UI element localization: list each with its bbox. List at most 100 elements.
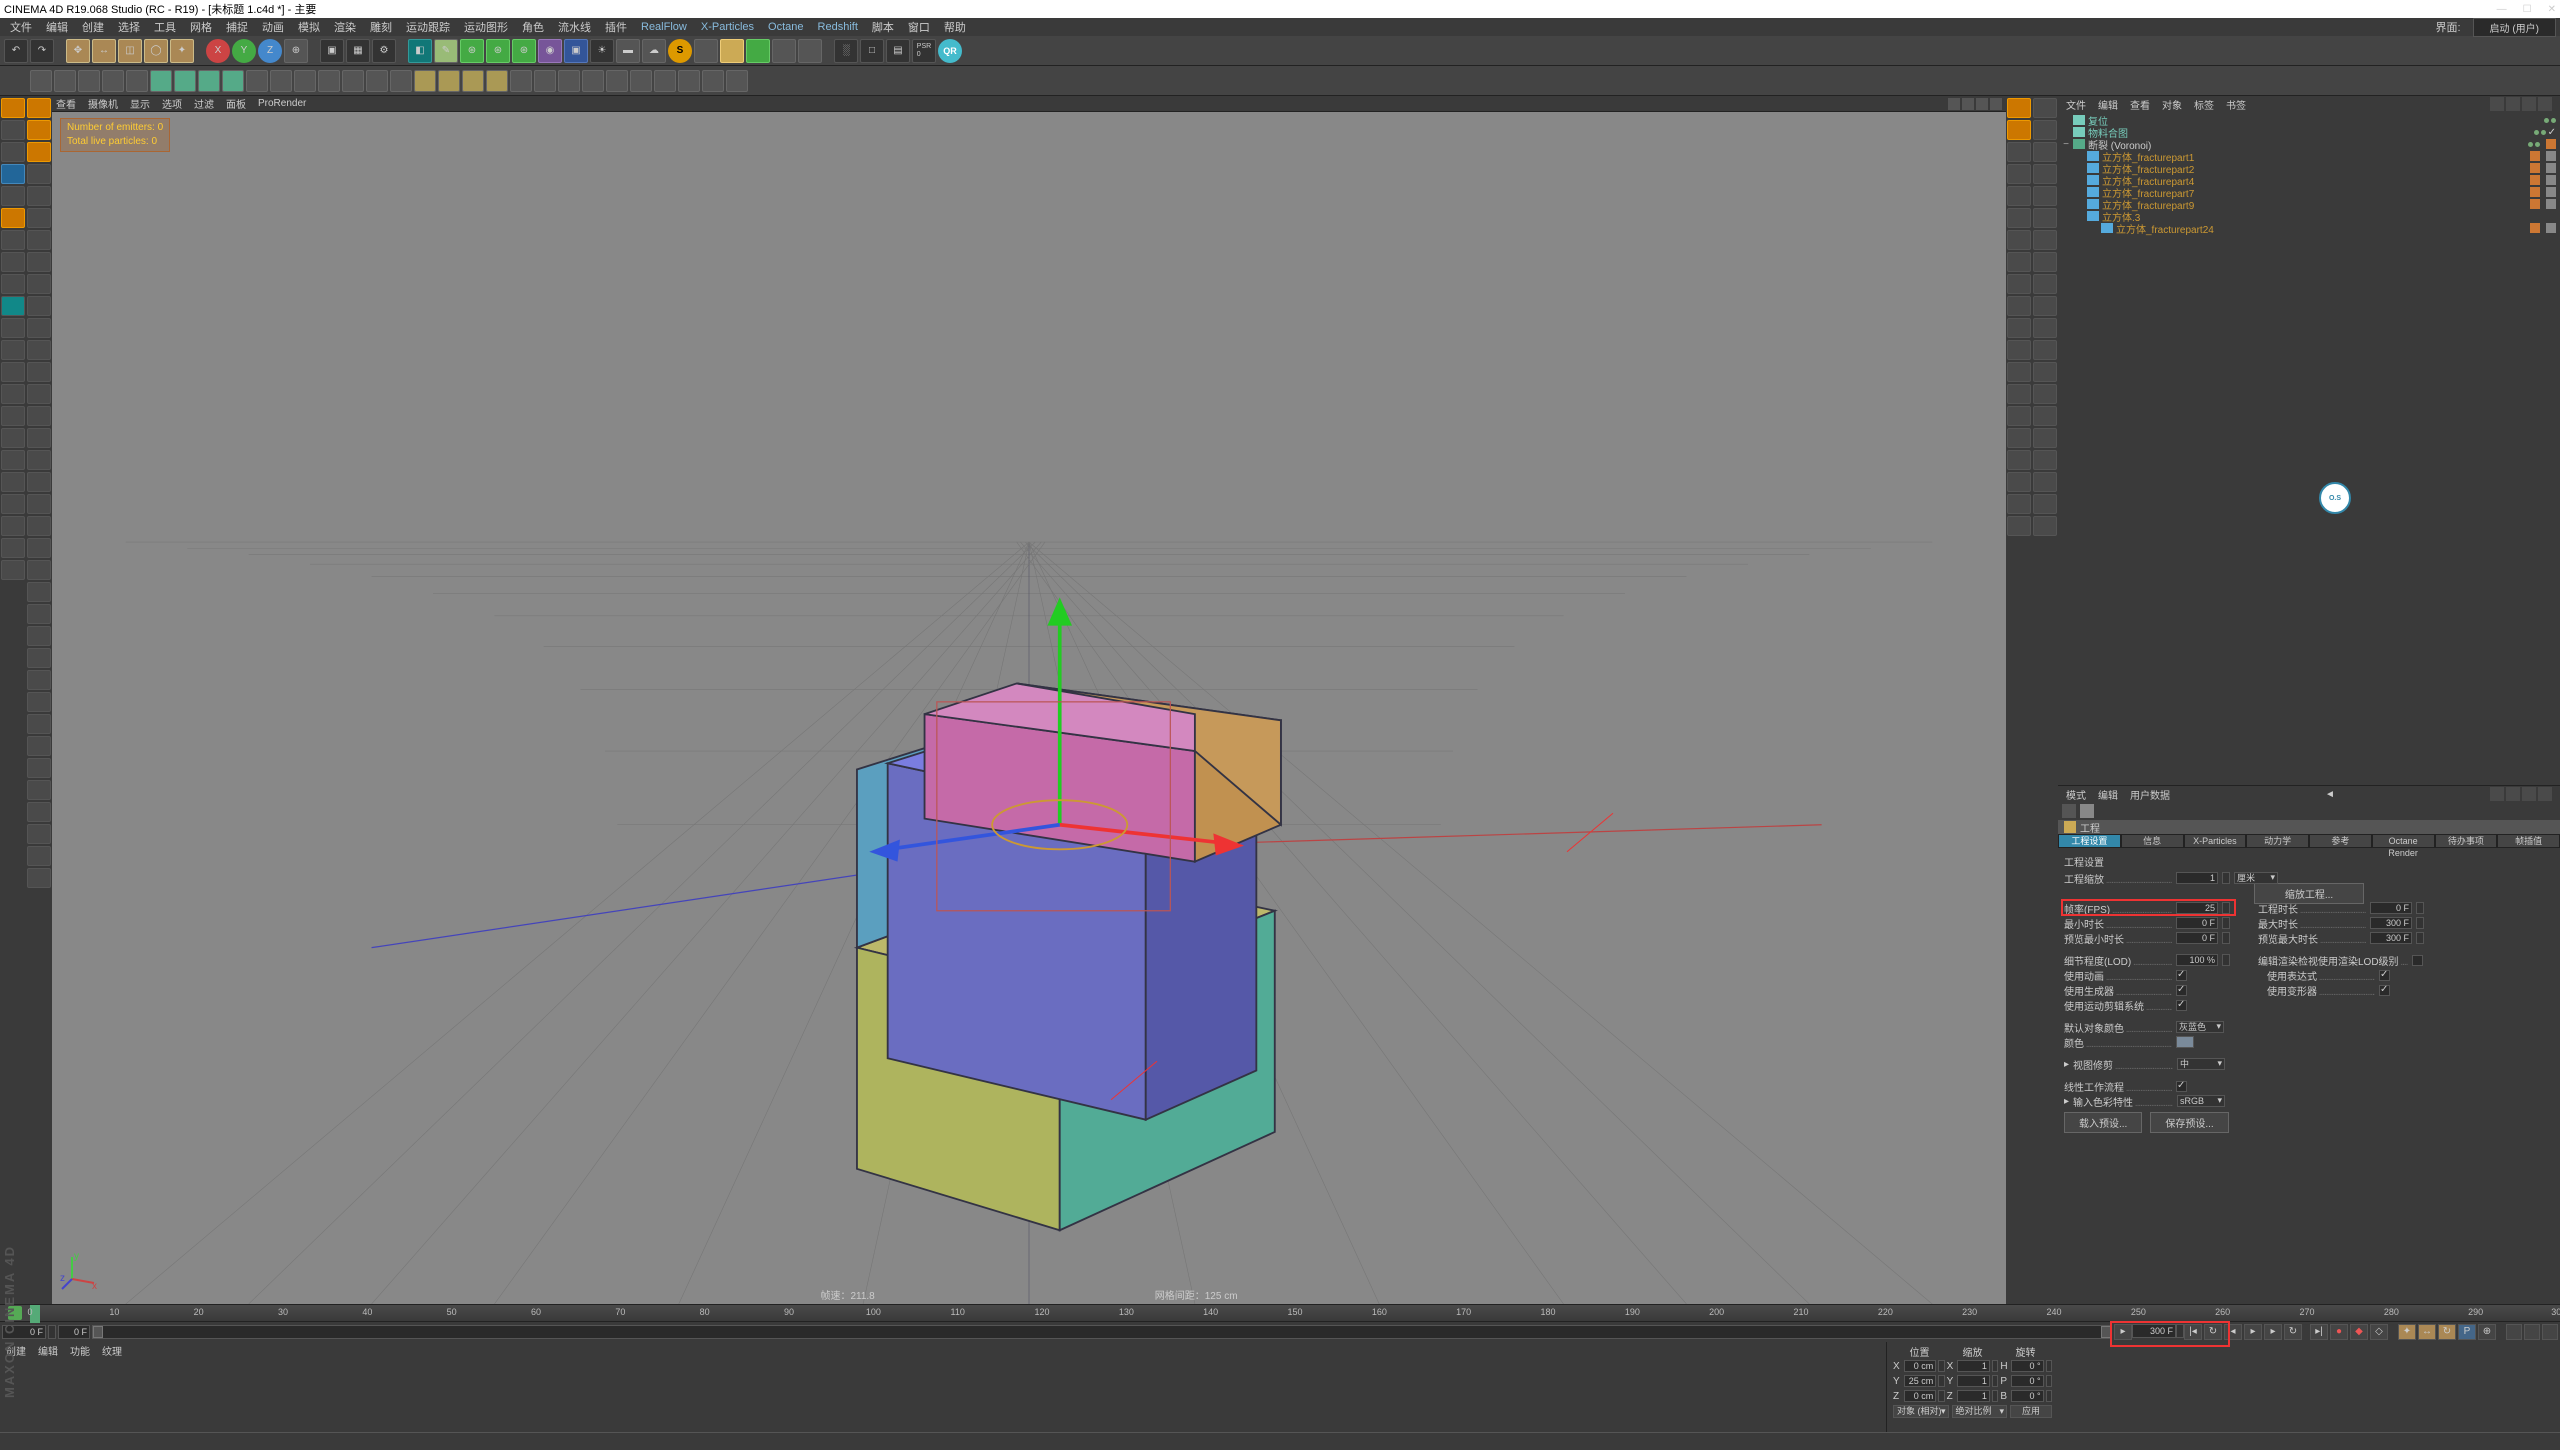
- rpal1-btn-19[interactable]: [2007, 516, 2031, 536]
- rpal2-btn-3[interactable]: [2033, 164, 2057, 184]
- menu-插件[interactable]: 插件: [599, 19, 633, 35]
- scale-field[interactable]: 1: [1957, 1360, 1989, 1372]
- rpal1-btn-17[interactable]: [2007, 472, 2031, 492]
- prev-frame-icon[interactable]: ◂: [2224, 1324, 2242, 1340]
- tb2-icon-1[interactable]: [54, 70, 76, 92]
- rpal2-btn-14[interactable]: [2033, 406, 2057, 426]
- attrsubtab-1[interactable]: 信息: [2121, 834, 2184, 848]
- pbopt-5-icon[interactable]: ⊕: [2478, 1324, 2496, 1340]
- max-field[interactable]: 300 F: [2370, 917, 2412, 929]
- lpal2-btn-35[interactable]: [27, 868, 51, 888]
- loop-icon[interactable]: ↻: [2204, 1324, 2222, 1340]
- record-icon[interactable]: ●: [2330, 1324, 2348, 1340]
- rpal2-btn-0[interactable]: [2033, 98, 2057, 118]
- add-floor-icon[interactable]: ▬: [616, 39, 640, 63]
- attr-btn-1[interactable]: [2490, 787, 2504, 801]
- timeline-ruler[interactable]: 0102030405060708090100110120130140150160…: [30, 1305, 2560, 1321]
- lpal2-btn-10[interactable]: [27, 318, 51, 338]
- lpal2-btn-13[interactable]: [27, 384, 51, 404]
- material-body[interactable]: [0, 1358, 1886, 1432]
- pos-field[interactable]: 0 cm: [1904, 1390, 1936, 1402]
- coord-mode-dropdown[interactable]: 对象 (相对): [1893, 1405, 1949, 1418]
- tb2-icon-15[interactable]: [390, 70, 412, 92]
- tb2-icon-9[interactable]: [246, 70, 268, 92]
- rpal2-btn-19[interactable]: [2033, 516, 2057, 536]
- render-view-icon[interactable]: ▣: [320, 39, 344, 63]
- lpal2-btn-32[interactable]: [27, 802, 51, 822]
- scale-field[interactable]: 1: [1957, 1375, 1989, 1387]
- lpal1-btn-19[interactable]: [1, 516, 25, 536]
- attr-btn-2[interactable]: [2506, 787, 2520, 801]
- rpal1-btn-16[interactable]: [2007, 450, 2031, 470]
- tb2-icon-12[interactable]: [318, 70, 340, 92]
- lpal1-btn-11[interactable]: [1, 340, 25, 360]
- x-axis-icon[interactable]: X: [206, 39, 230, 63]
- rpal1-btn-1[interactable]: [2007, 120, 2031, 140]
- lpal2-btn-11[interactable]: [27, 340, 51, 360]
- pbopt-2-icon[interactable]: ↔: [2418, 1324, 2436, 1340]
- attrsubtab-6[interactable]: 待办事项: [2435, 834, 2498, 848]
- menu-脚本[interactable]: 脚本: [866, 19, 900, 35]
- omtab-查看[interactable]: 查看: [2130, 97, 2150, 112]
- lpal1-btn-15[interactable]: [1, 428, 25, 448]
- tb2-icon-11[interactable]: [294, 70, 316, 92]
- tool-icon-2[interactable]: [720, 39, 744, 63]
- rpal2-btn-5[interactable]: [2033, 208, 2057, 228]
- end-frame-field[interactable]: 300 F: [2132, 1324, 2176, 1338]
- lpal1-btn-7[interactable]: [1, 252, 25, 272]
- input-dropdown[interactable]: sRGB: [2177, 1095, 2225, 1107]
- coord-apply-button[interactable]: 应用: [2010, 1405, 2052, 1418]
- attrtab-编辑[interactable]: 编辑: [2098, 787, 2118, 802]
- lpal2-btn-22[interactable]: [27, 582, 51, 602]
- lpal2-btn-27[interactable]: [27, 692, 51, 712]
- def-check[interactable]: [2379, 985, 2390, 996]
- menu-渲染[interactable]: 渲染: [328, 19, 362, 35]
- lpal1-btn-14[interactable]: [1, 406, 25, 426]
- rpal1-btn-4[interactable]: [2007, 186, 2031, 206]
- attr-mode-icon[interactable]: [2062, 804, 2076, 818]
- scale-field[interactable]: 1: [1957, 1390, 1989, 1402]
- menu-选择[interactable]: 选择: [112, 19, 146, 35]
- lpal2-btn-33[interactable]: [27, 824, 51, 844]
- rpal2-btn-6[interactable]: [2033, 230, 2057, 250]
- lpal2-btn-16[interactable]: [27, 450, 51, 470]
- lpal2-btn-1[interactable]: [27, 120, 51, 140]
- vptab-ProRender[interactable]: ProRender: [258, 98, 306, 109]
- menu-运动图形[interactable]: 运动图形: [458, 19, 514, 35]
- rpal2-btn-7[interactable]: [2033, 252, 2057, 272]
- lpal2-btn-26[interactable]: [27, 670, 51, 690]
- render-settings-icon[interactable]: ⚙: [372, 39, 396, 63]
- attrsubtab-4[interactable]: 参考: [2309, 834, 2372, 848]
- menu-雕刻[interactable]: 雕刻: [364, 19, 398, 35]
- menu-帮助[interactable]: 帮助: [938, 19, 972, 35]
- add-sky-icon[interactable]: ☁: [642, 39, 666, 63]
- tb2-icon-27[interactable]: [678, 70, 700, 92]
- attr-btn-4[interactable]: [2538, 787, 2552, 801]
- add-spline-icon[interactable]: ✎: [434, 39, 458, 63]
- rpal1-btn-11[interactable]: [2007, 340, 2031, 360]
- vptab-面板[interactable]: 面板: [226, 96, 246, 111]
- rpal2-btn-17[interactable]: [2033, 472, 2057, 492]
- mattab-编辑[interactable]: 编辑: [38, 1343, 58, 1358]
- duration-spinner[interactable]: [2416, 902, 2424, 914]
- tb2-icon-3[interactable]: [102, 70, 124, 92]
- vptab-选项[interactable]: 选项: [162, 96, 182, 111]
- mattab-纹理[interactable]: 纹理: [102, 1343, 122, 1358]
- lpal2-btn-34[interactable]: [27, 846, 51, 866]
- rpal1-btn-10[interactable]: [2007, 318, 2031, 338]
- lpal2-btn-20[interactable]: [27, 538, 51, 558]
- tb2-icon-14[interactable]: [366, 70, 388, 92]
- scrollbar-thumb-right[interactable]: [2101, 1326, 2111, 1338]
- lpal1-btn-3[interactable]: [1, 164, 25, 184]
- layout-dropdown[interactable]: 启动 (用户): [2473, 18, 2556, 37]
- rpal1-btn-12[interactable]: [2007, 362, 2031, 382]
- rpal1-btn-5[interactable]: [2007, 208, 2031, 228]
- rpal1-btn-3[interactable]: [2007, 164, 2031, 184]
- tb2-icon-29[interactable]: [726, 70, 748, 92]
- timeline[interactable]: 0102030405060708090100110120130140150160…: [0, 1304, 2560, 1322]
- y-axis-icon[interactable]: Y: [232, 39, 256, 63]
- menu-创建[interactable]: 创建: [76, 19, 110, 35]
- lpal1-btn-13[interactable]: [1, 384, 25, 404]
- lpal2-btn-14[interactable]: [27, 406, 51, 426]
- vptab-显示[interactable]: 显示: [130, 96, 150, 111]
